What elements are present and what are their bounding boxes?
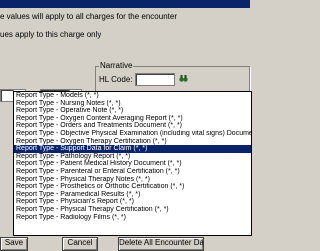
list-item[interactable]: Report Type - Patient Medical History Do… xyxy=(14,160,251,168)
this-charge-note: ues apply to this charge only xyxy=(0,30,102,39)
list-item[interactable]: Report Type - Models (*, *) xyxy=(14,92,251,100)
cancel-button[interactable]: Cancel xyxy=(62,237,98,251)
binoculars-icon xyxy=(178,73,189,84)
list-item[interactable]: Report Type - Physical Therapy Certifica… xyxy=(14,206,251,214)
all-charges-note: e values will apply to all charges for t… xyxy=(0,12,177,21)
narrative-group-label: Narrative xyxy=(99,61,134,70)
hl-code-lookup-button[interactable] xyxy=(178,73,189,84)
list-item[interactable]: Report Type - Oxygen Therapy Certificati… xyxy=(14,138,251,146)
list-item[interactable]: Report Type - Physician's Report (*, *) xyxy=(14,198,251,206)
list-item[interactable]: Report Type - Radiology Films (*, *) xyxy=(14,214,251,222)
list-item[interactable]: Report Type - Nursing Notes (*, *) xyxy=(14,100,251,108)
list-item[interactable]: Report Type - Support Data for Claim (*,… xyxy=(14,145,251,153)
list-item[interactable]: Report Type - Oxygen Content Averaging R… xyxy=(14,115,251,123)
list-item[interactable]: Report Type - Objective Physical Examina… xyxy=(14,130,251,138)
list-item[interactable]: Report Type - Pathology Report (*, *) xyxy=(14,153,251,161)
list-item[interactable]: Report Type - Paramedical Results (*, *) xyxy=(14,191,251,199)
list-item[interactable]: Report Type - Operative Note (*, *) xyxy=(14,107,251,115)
title-bar xyxy=(0,0,250,8)
list-item[interactable]: Report Type - Physical Therapy Notes (*,… xyxy=(14,176,251,184)
hl-code-input[interactable] xyxy=(135,73,175,86)
list-item[interactable]: Report Type - Orders and Treatments Docu… xyxy=(14,122,251,130)
list-item[interactable]: Report Type - Prosthetics or Orthotic Ce… xyxy=(14,183,251,191)
delete-encounter-data-button[interactable]: Delete All Encounter Data xyxy=(118,237,204,251)
hl-code-label: HL Code: xyxy=(99,75,133,84)
save-button[interactable]: Save xyxy=(0,237,28,251)
list-item[interactable]: Report Type - Parenteral or Enteral Cert… xyxy=(14,168,251,176)
report-type-list[interactable]: Report Type - Models (*, *) Report Type -… xyxy=(13,91,252,236)
